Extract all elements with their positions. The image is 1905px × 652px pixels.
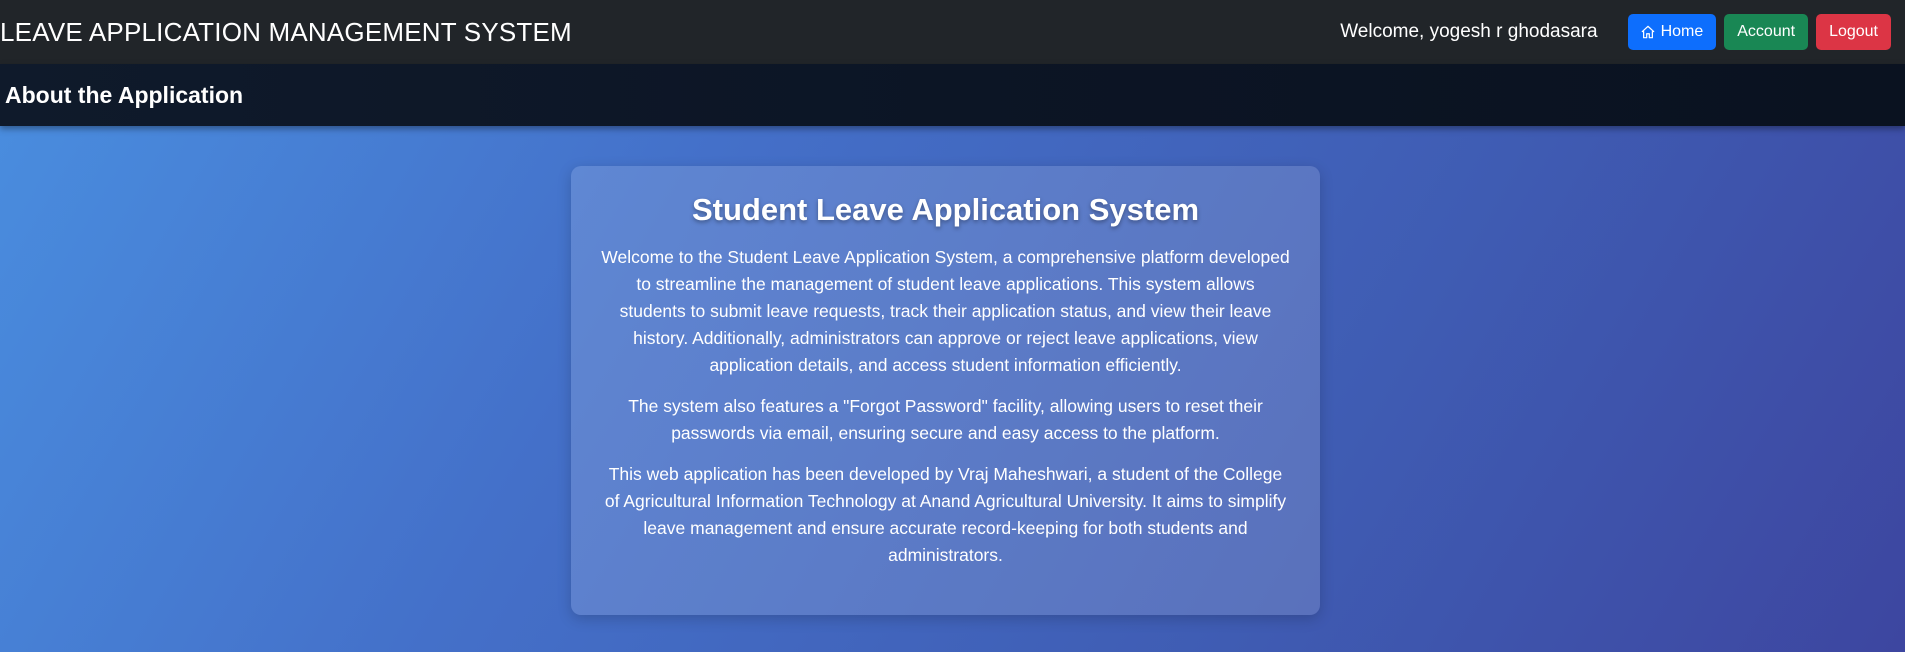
navbar-actions: Welcome, yogesh r ghodasara Home Account… xyxy=(1340,14,1891,50)
card-title: Student Leave Application System xyxy=(691,192,1200,227)
features-paragraph: The system also features a "Forgot Passw… xyxy=(628,396,1263,443)
account-button-label: Account xyxy=(1737,23,1796,40)
logout-button[interactable]: Logout xyxy=(1816,14,1891,50)
page-title: About the Application xyxy=(5,81,244,108)
welcome-text: Welcome, yogesh r ghodasara xyxy=(1340,21,1598,42)
account-button[interactable]: Account xyxy=(1724,14,1809,50)
page-header: About the Application xyxy=(0,64,1905,126)
home-icon xyxy=(1641,25,1655,39)
home-button-label: Home xyxy=(1660,23,1704,40)
home-button[interactable]: Home xyxy=(1627,14,1717,50)
about-card: Student Leave Application System Welcome… xyxy=(571,166,1320,615)
brand-title[interactable]: LEAVE APPLICATION MANAGEMENT SYSTEM xyxy=(0,17,572,48)
top-navbar: LEAVE APPLICATION MANAGEMENT SYSTEM Welc… xyxy=(0,0,1905,64)
logout-button-label: Logout xyxy=(1829,23,1878,40)
intro-paragraph: Welcome to the Student Leave Application… xyxy=(601,247,1290,375)
developer-paragraph: This web application has been developed … xyxy=(604,464,1287,565)
